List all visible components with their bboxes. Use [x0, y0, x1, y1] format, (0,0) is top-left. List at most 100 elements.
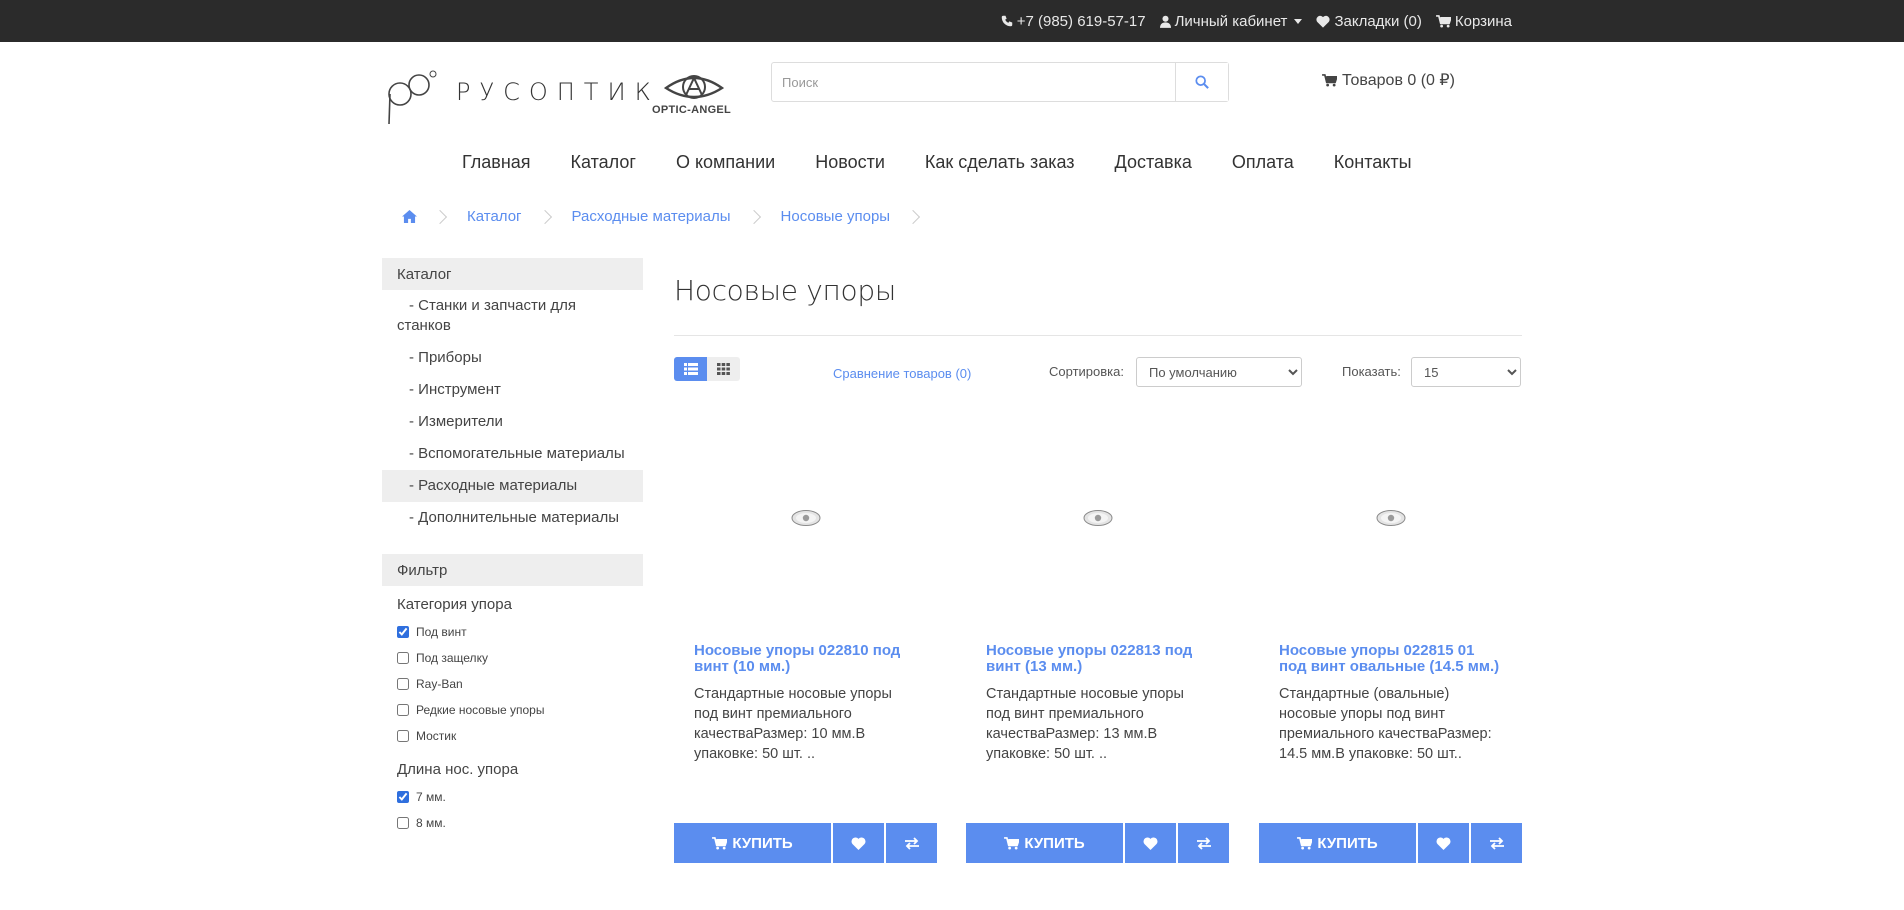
sort-label: Сортировка: — [1049, 364, 1124, 379]
logo[interactable]: РУСОПТИК OPTIC-ANGEL — [386, 68, 738, 126]
product-card: Носовые упоры 022810 под винт (10 мм.) С… — [674, 408, 937, 866]
top-links: +7 (985) 619-57-17 Личный кабинет Заклад… — [1001, 0, 1512, 42]
page-title: Носовые упоры — [674, 274, 896, 307]
filter-checkbox[interactable] — [397, 817, 409, 829]
wishlist-link[interactable]: Закладки (0) — [1316, 13, 1422, 30]
product-name[interactable]: Носовые упоры 022810 под винт (10 мм.) — [694, 643, 919, 675]
cart-icon — [1004, 836, 1020, 850]
filter-group-title: Категория упора — [397, 596, 512, 613]
filter-checkbox[interactable] — [397, 730, 409, 742]
breadcrumb-separator-icon — [537, 209, 552, 224]
show-label: Показать: — [1342, 364, 1401, 379]
nose-pad-image — [791, 510, 820, 526]
filter-option[interactable]: Под защелку — [382, 645, 643, 671]
add-to-compare-button[interactable] — [886, 823, 937, 863]
breadcrumb-nose-pads[interactable]: Носовые упоры — [781, 208, 891, 225]
cart-link[interactable]: Корзина — [1435, 12, 1512, 30]
buy-button[interactable]: КУПИТЬ — [674, 823, 831, 863]
filter-option[interactable]: 7 мм. — [382, 784, 643, 810]
nav-item-payment[interactable]: Оплата — [1232, 152, 1294, 173]
cart-summary-button[interactable]: Товаров 0 (0 ₽) — [1322, 70, 1455, 90]
filter-checkbox[interactable] — [397, 704, 409, 716]
search-button[interactable] — [1175, 63, 1228, 101]
search-input[interactable] — [772, 63, 1175, 101]
home-icon[interactable] — [402, 210, 417, 223]
breadcrumb-separator-icon — [432, 209, 448, 224]
nav-item-delivery[interactable]: Доставка — [1115, 152, 1192, 173]
cart-label: Корзина — [1454, 12, 1512, 30]
sidebar-item-auxiliary[interactable]: - Вспомогательные материалы — [382, 438, 643, 470]
breadcrumb-consumables[interactable]: Расходные материалы — [572, 208, 731, 225]
filter-checkbox[interactable] — [397, 626, 409, 638]
nav-item-news[interactable]: Новости — [815, 152, 885, 173]
filter-option-label: Ray-Ban — [416, 677, 463, 691]
grid-view-button[interactable] — [707, 357, 740, 381]
user-icon — [1159, 15, 1171, 28]
nav-item-contacts[interactable]: Контакты — [1334, 152, 1412, 173]
filter-option[interactable]: 8 мм. — [382, 810, 643, 836]
filter-option-label: 7 мм. — [416, 790, 446, 804]
filter-option[interactable]: Редкие носовые упоры — [382, 697, 643, 723]
breadcrumb-separator-icon — [746, 209, 761, 224]
nav-item-catalog[interactable]: Каталог — [571, 152, 636, 173]
filter-checkbox[interactable] — [397, 791, 409, 803]
nav-item-about[interactable]: О компании — [676, 152, 775, 173]
filter-option-label: Мостик — [416, 729, 457, 743]
sidebar-item-machines[interactable]: - Станки и запчасти для станков — [382, 290, 643, 342]
product-actions: КУПИТЬ — [966, 823, 1229, 863]
filter-group-title: Длина нос. упора — [397, 761, 519, 778]
sidebar-catalog-title[interactable]: Каталог — [382, 258, 643, 290]
cart-icon — [1435, 14, 1451, 28]
product-name[interactable]: Носовые упоры 022815 01 под винт овальны… — [1279, 643, 1504, 675]
sidebar-item-devices[interactable]: - Приборы — [382, 342, 643, 374]
filter-option[interactable]: Под винт — [382, 619, 643, 645]
optic-angel-eye-icon — [664, 75, 724, 99]
grid-view-icon — [717, 363, 730, 375]
sidebar-item-tools[interactable]: - Инструмент — [382, 374, 643, 406]
buy-button[interactable]: КУПИТЬ — [966, 823, 1123, 863]
product-description: Стандартные (овальные) носовые упоры под… — [1279, 686, 1492, 762]
filter-option-label: Под винт — [416, 625, 467, 639]
add-to-wishlist-button[interactable] — [1125, 823, 1176, 863]
sidebar-item-meters[interactable]: - Измерители — [382, 406, 643, 438]
add-to-compare-button[interactable] — [1471, 823, 1522, 863]
add-to-compare-button[interactable] — [1178, 823, 1229, 863]
buy-button[interactable]: КУПИТЬ — [1259, 823, 1416, 863]
nav-item-home[interactable]: Главная — [462, 152, 531, 173]
breadcrumb-catalog[interactable]: Каталог — [467, 208, 522, 225]
sort-select[interactable]: По умолчанию — [1136, 357, 1302, 387]
top-bar: +7 (985) 619-57-17 Личный кабинет Заклад… — [0, 0, 1904, 42]
list-view-button[interactable] — [674, 357, 707, 381]
filter-option-label: 8 мм. — [416, 816, 446, 830]
account-dropdown[interactable]: Личный кабинет — [1159, 12, 1303, 30]
account-label: Личный кабинет — [1174, 12, 1288, 30]
product-image[interactable] — [1259, 408, 1522, 628]
filter-title: Фильтр — [382, 554, 643, 586]
product-image[interactable] — [966, 408, 1229, 628]
add-to-wishlist-button[interactable] — [1418, 823, 1469, 863]
product-card: Носовые упоры 022815 01 под винт овальны… — [1259, 408, 1522, 866]
filter-option[interactable]: Мостик — [382, 723, 643, 749]
nose-pad-image — [1376, 510, 1405, 526]
add-to-wishlist-button[interactable] — [833, 823, 884, 863]
product-name[interactable]: Носовые упоры 022813 под винт (13 мм.) — [986, 643, 1211, 675]
nose-pad-image — [1083, 510, 1112, 526]
divider — [674, 335, 1522, 336]
product-card: Носовые упоры 022813 под винт (13 мм.) С… — [966, 408, 1229, 866]
breadcrumb: Каталог Расходные материалы Носовые упор… — [402, 208, 940, 225]
phone-link[interactable]: +7 (985) 619-57-17 — [1001, 13, 1146, 30]
buy-button-label: КУПИТЬ — [1317, 834, 1378, 852]
cart-icon — [1322, 73, 1337, 87]
nav-item-how-to-order[interactable]: Как сделать заказ — [925, 152, 1075, 173]
compare-products-link[interactable]: Сравнение товаров (0) — [833, 366, 971, 381]
sidebar: Каталог - Станки и запчасти для станков … — [382, 258, 643, 836]
cart-summary-text: Товаров 0 (0 ₽) — [1342, 72, 1455, 89]
sidebar-item-consumables[interactable]: - Расходные материалы — [382, 470, 643, 502]
filter-option[interactable]: Ray-Ban — [382, 671, 643, 697]
sidebar-item-additional[interactable]: - Дополнительные материалы — [382, 502, 643, 534]
filter-checkbox[interactable] — [397, 652, 409, 664]
cart-icon — [712, 836, 728, 850]
limit-select[interactable]: 15 — [1411, 357, 1521, 387]
filter-checkbox[interactable] — [397, 678, 409, 690]
product-image[interactable] — [674, 408, 937, 628]
